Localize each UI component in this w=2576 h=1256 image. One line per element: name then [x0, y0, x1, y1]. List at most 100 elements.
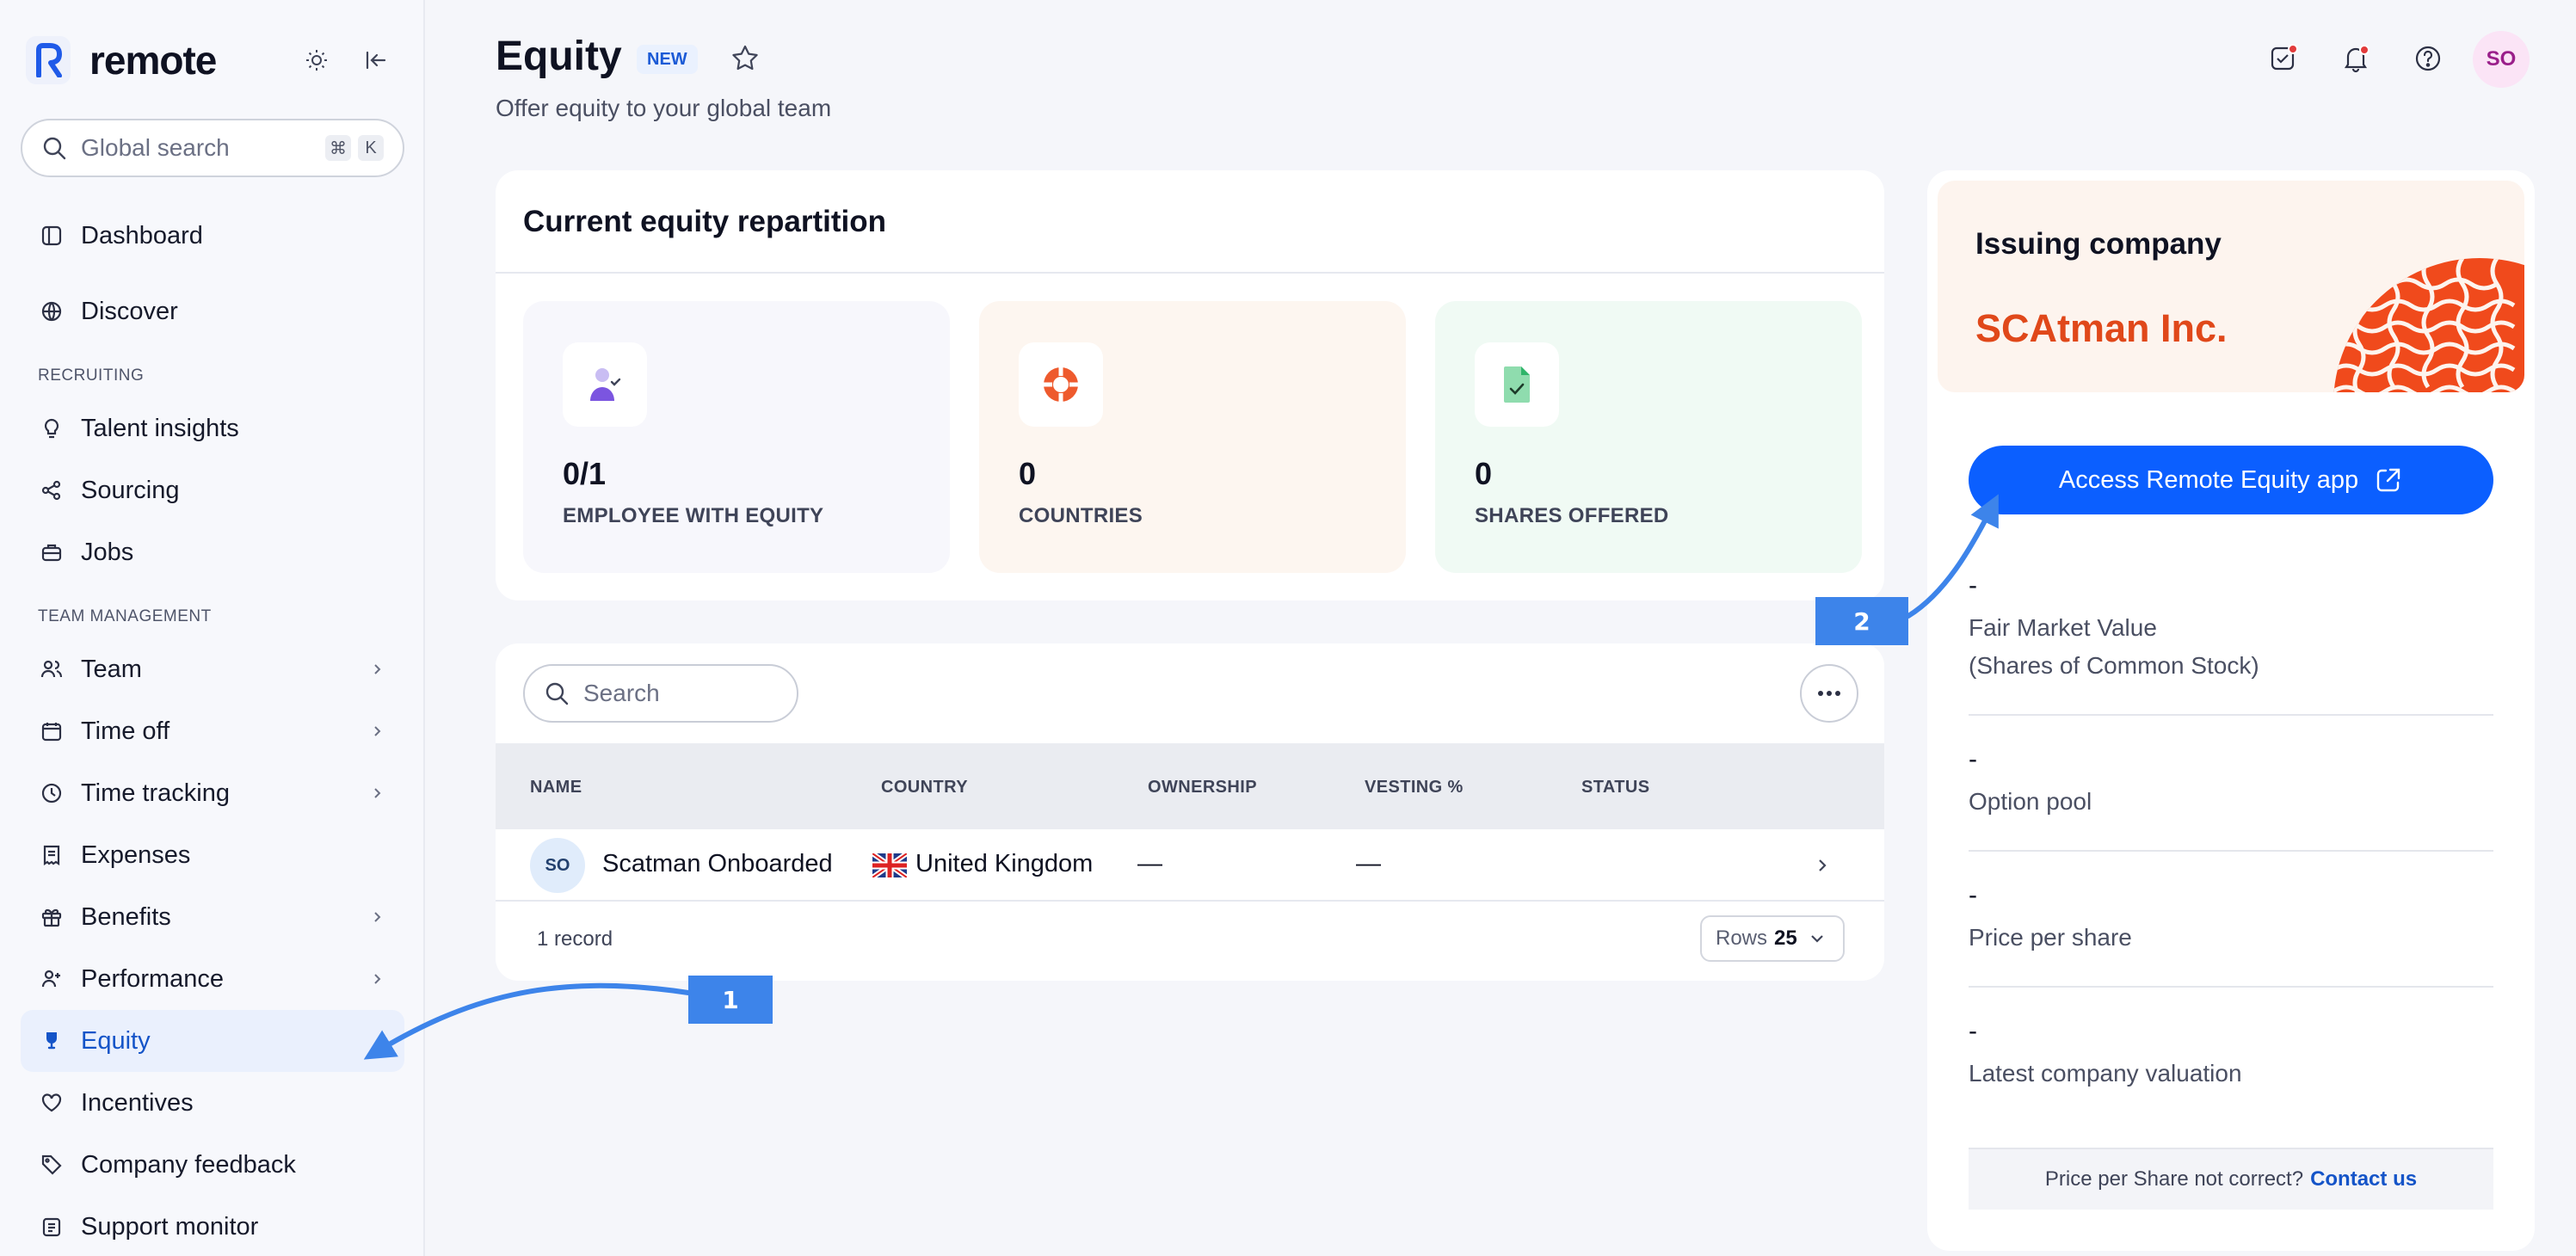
sidebar-item-team[interactable]: Team	[21, 638, 404, 700]
help-icon[interactable]	[2409, 40, 2447, 77]
document-check-icon	[1475, 342, 1559, 427]
clipboard-icon	[38, 1213, 65, 1241]
receipt-icon	[38, 841, 65, 869]
sidebar-item-sourcing[interactable]: Sourcing	[21, 459, 404, 521]
sidebar-item-discover[interactable]: Discover	[21, 280, 404, 342]
column-header-status[interactable]: STATUS	[1581, 778, 1649, 797]
share-icon	[38, 477, 65, 504]
table-search-placeholder: Search	[583, 680, 660, 706]
field-label: Option pool	[1969, 788, 2092, 815]
field-label: Price per share	[1969, 924, 2132, 951]
brand[interactable]: remote	[26, 36, 217, 84]
stat-countries: 0 COUNTRIES	[979, 301, 1406, 573]
record-count: 1 record	[537, 927, 613, 951]
sidebar-item-label: Time tracking	[81, 779, 230, 807]
chevron-right-icon[interactable]	[1809, 852, 1836, 879]
theme-toggle-sun-icon[interactable]	[299, 43, 334, 77]
page-title: Equity	[496, 34, 622, 79]
option-pool-field: - Option pool	[1969, 745, 2493, 821]
lightbulb-icon	[38, 415, 65, 442]
access-equity-app-button[interactable]: Access Remote Equity app	[1969, 446, 2493, 514]
field-value: -	[1969, 745, 1977, 773]
rows-value: 25	[1774, 927, 1797, 950]
column-header-name[interactable]: NAME	[530, 778, 582, 797]
stat-label: SHARES OFFERED	[1475, 504, 1669, 527]
notification-bell-icon[interactable]	[2337, 40, 2375, 77]
equity-table-card: Search NAME COUNTRY OWNERSHIP VESTING % …	[496, 643, 1884, 981]
field-value: -	[1969, 571, 1977, 600]
issuing-company-card: Issuing company SCAtman Inc. Access Remo…	[1927, 170, 2535, 1251]
sidebar-item-talent-insights[interactable]: Talent insights	[21, 397, 404, 459]
decorative-globe-icon	[2333, 258, 2524, 392]
employee-name: Scatman Onboarded	[602, 850, 833, 877]
table-search-input[interactable]: Search	[523, 664, 798, 723]
sidebar-item-label: Incentives	[81, 1088, 194, 1117]
stat-employee-with-equity: 0/1 EMPLOYEE WITH EQUITY	[523, 301, 950, 573]
employee-check-icon	[563, 342, 647, 427]
contact-us-link[interactable]: Contact us	[2310, 1167, 2417, 1191]
annotation-callout-2: 2	[1815, 597, 1908, 645]
sidebar-item-label: Performance	[81, 964, 225, 993]
chevron-right-icon	[365, 657, 389, 681]
sidebar-item-label: Benefits	[81, 902, 171, 931]
table-row[interactable]: SO Scatman Onboarded United Kingdom — —	[496, 829, 1884, 902]
sidebar-item-benefits[interactable]: Benefits	[21, 886, 404, 948]
rows-per-page-select[interactable]: Rows 25	[1700, 915, 1845, 962]
stat-shares-offered: 0 SHARES OFFERED	[1435, 301, 1862, 573]
column-header-vesting[interactable]: VESTING %	[1365, 778, 1464, 797]
price-per-share-field: - Price per share	[1969, 881, 2493, 957]
sidebar-item-dashboard[interactable]: Dashboard	[21, 205, 404, 267]
sidebar-item-label: Dashboard	[81, 221, 203, 249]
divider	[1969, 986, 2493, 988]
shortcut-cmd-key: ⌘	[325, 135, 351, 161]
sidebar-item-expenses[interactable]: Expenses	[21, 824, 404, 886]
card-title: Current equity repartition	[523, 205, 886, 238]
sidebar-item-jobs[interactable]: Jobs	[21, 521, 404, 583]
column-header-ownership[interactable]: OWNERSHIP	[1148, 778, 1257, 797]
field-value: -	[1969, 1017, 1977, 1045]
sidebar-item-equity[interactable]: Equity	[21, 1010, 404, 1072]
chevron-down-icon	[1810, 935, 1823, 943]
sidebar: remote Global search ⌘ K Dashboard Disco…	[0, 0, 425, 1256]
users-icon	[38, 656, 65, 683]
calendar-icon	[38, 717, 65, 745]
sidebar-item-label: Support monitor	[81, 1212, 259, 1241]
sidebar-item-label: Equity	[81, 1026, 151, 1055]
equity-repartition-card: Current equity repartition 0/1 EMPLOYEE …	[496, 170, 1884, 600]
clock-icon	[38, 779, 65, 807]
tag-icon	[38, 1151, 65, 1179]
collapse-sidebar-icon[interactable]	[358, 43, 392, 77]
field-label: Latest company valuation	[1969, 1060, 2242, 1087]
rows-label: Rows	[1716, 927, 1768, 950]
sidebar-item-support-monitor[interactable]: Support monitor	[21, 1196, 404, 1256]
sidebar-item-label: Time off	[81, 717, 170, 745]
column-header-country[interactable]: COUNTRY	[881, 778, 968, 797]
table-header: NAME COUNTRY OWNERSHIP VESTING % STATUS	[496, 743, 1884, 829]
new-badge: NEW	[637, 45, 698, 74]
more-options-icon[interactable]	[1800, 664, 1858, 723]
sidebar-item-label: Jobs	[81, 538, 134, 566]
annotation-callout-1: 1	[688, 976, 773, 1024]
sidebar-item-time-off[interactable]: Time off	[21, 700, 404, 762]
sidebar-item-time-tracking[interactable]: Time tracking	[21, 762, 404, 824]
user-avatar[interactable]: SO	[2473, 31, 2530, 88]
button-label: Access Remote Equity app	[2058, 465, 2359, 494]
footer-text: Price per Share not correct?	[2044, 1167, 2304, 1191]
sidebar-item-incentives[interactable]: Incentives	[21, 1072, 404, 1134]
favorite-star-icon[interactable]	[728, 41, 762, 76]
page-subtitle: Offer equity to your global team	[496, 95, 832, 121]
chevron-right-icon	[365, 781, 389, 805]
remote-logo-icon	[26, 36, 71, 84]
sidebar-item-label: Discover	[81, 297, 178, 325]
divider	[1969, 714, 2493, 716]
fair-market-value-field: - Fair Market Value (Shares of Common St…	[1969, 571, 2493, 685]
chevron-right-icon	[365, 719, 389, 743]
chevron-right-icon	[365, 967, 389, 991]
global-search-input[interactable]: Global search ⌘ K	[21, 119, 404, 177]
sidebar-item-company-feedback[interactable]: Company feedback	[21, 1134, 404, 1196]
uk-flag-icon	[872, 853, 907, 877]
tasks-checkbox-icon[interactable]	[2265, 40, 2302, 77]
brand-name: remote	[89, 38, 217, 83]
lifebuoy-icon	[1019, 342, 1103, 427]
sidebar-item-performance[interactable]: Performance	[21, 948, 404, 1010]
